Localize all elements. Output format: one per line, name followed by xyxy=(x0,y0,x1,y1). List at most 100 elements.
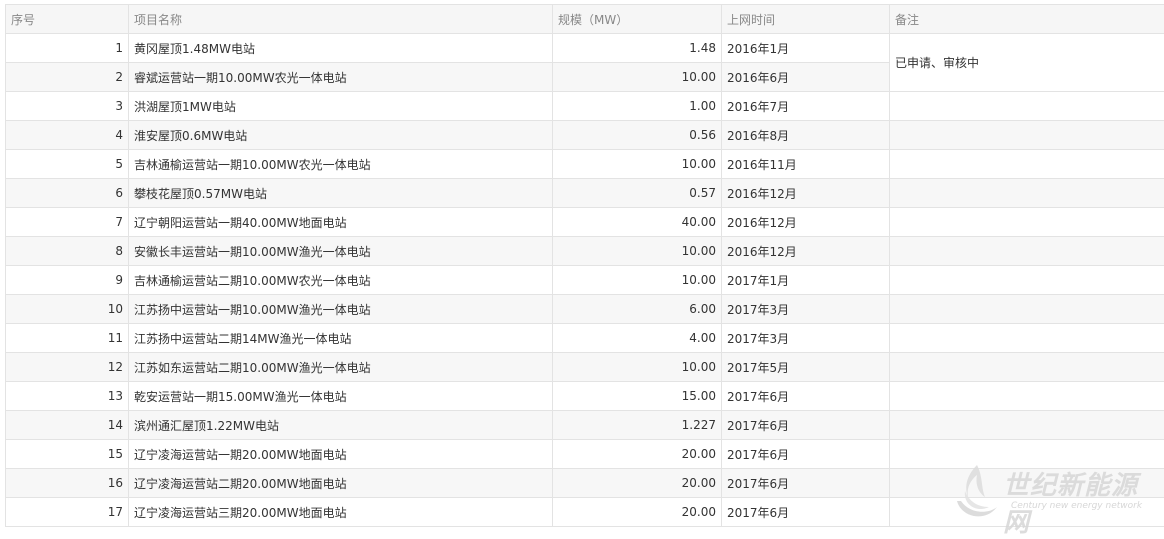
row-index-cell: 7 xyxy=(6,208,129,237)
row-name-cell: 江苏扬中运营站一期10.00MW渔光一体电站 xyxy=(129,295,553,324)
row-scale-cell: 40.00 xyxy=(553,208,722,237)
row-date-cell: 2017年6月 xyxy=(722,440,890,469)
table-row: 1黄冈屋顶1.48MW电站1.482016年1月已申请、审核中 xyxy=(6,34,1164,63)
table-row: 6攀枝花屋顶0.57MW电站0.572016年12月 xyxy=(6,179,1164,208)
remark-empty-cell xyxy=(890,121,1164,150)
table-row: 4淮安屋顶0.6MW电站0.562016年8月 xyxy=(6,121,1164,150)
row-date-cell: 2017年1月 xyxy=(722,266,890,295)
remark-empty-cell xyxy=(890,237,1164,266)
row-scale-cell: 10.00 xyxy=(553,353,722,382)
row-index-cell: 2 xyxy=(6,63,129,92)
row-name-cell: 辽宁朝阳运营站一期40.00MW地面电站 xyxy=(129,208,553,237)
row-date-cell: 2016年1月 xyxy=(722,34,890,63)
row-index-cell: 8 xyxy=(6,237,129,266)
table-body: 1黄冈屋顶1.48MW电站1.482016年1月已申请、审核中2睿斌运营站一期1… xyxy=(6,34,1164,527)
header-name: 项目名称 xyxy=(129,5,553,34)
remark-empty-cell xyxy=(890,411,1164,440)
row-date-cell: 2017年3月 xyxy=(722,324,890,353)
table-row: 3洪湖屋顶1MW电站1.002016年7月 xyxy=(6,92,1164,121)
row-index-cell: 16 xyxy=(6,469,129,498)
row-date-cell: 2016年7月 xyxy=(722,92,890,121)
remark-empty-cell xyxy=(890,295,1164,324)
row-index-cell: 5 xyxy=(6,150,129,179)
table-row: 11江苏扬中运营站二期14MW渔光一体电站4.002017年3月 xyxy=(6,324,1164,353)
row-scale-cell: 20.00 xyxy=(553,440,722,469)
row-name-cell: 攀枝花屋顶0.57MW电站 xyxy=(129,179,553,208)
remark-empty-cell xyxy=(890,324,1164,353)
row-scale-cell: 0.56 xyxy=(553,121,722,150)
row-index-cell: 1 xyxy=(6,34,129,63)
watermark-en-text: Century new energy network xyxy=(1011,501,1142,511)
remark-empty-cell xyxy=(890,92,1164,121)
row-scale-cell: 10.00 xyxy=(553,266,722,295)
row-name-cell: 吉林通榆运营站二期10.00MW农光一体电站 xyxy=(129,266,553,295)
row-name-cell: 淮安屋顶0.6MW电站 xyxy=(129,121,553,150)
row-date-cell: 2016年11月 xyxy=(722,150,890,179)
remark-empty-cell xyxy=(890,382,1164,411)
row-scale-cell: 10.00 xyxy=(553,150,722,179)
row-date-cell: 2017年6月 xyxy=(722,498,890,527)
row-scale-cell: 1.00 xyxy=(553,92,722,121)
remark-empty-cell xyxy=(890,179,1164,208)
row-scale-cell: 0.57 xyxy=(553,179,722,208)
row-date-cell: 2017年5月 xyxy=(722,353,890,382)
row-name-cell: 辽宁凌海运营站三期20.00MW地面电站 xyxy=(129,498,553,527)
row-name-cell: 黄冈屋顶1.48MW电站 xyxy=(129,34,553,63)
header-date: 上网时间 xyxy=(722,5,890,34)
row-index-cell: 3 xyxy=(6,92,129,121)
row-index-cell: 11 xyxy=(6,324,129,353)
row-date-cell: 2016年12月 xyxy=(722,237,890,266)
header-remark: 备注 xyxy=(890,5,1164,34)
row-index-cell: 6 xyxy=(6,179,129,208)
row-name-cell: 吉林通榆运营站一期10.00MW农光一体电站 xyxy=(129,150,553,179)
project-table: 序号 项目名称 规模（MW） 上网时间 备注 1黄冈屋顶1.48MW电站1.48… xyxy=(5,4,1164,527)
row-index-cell: 9 xyxy=(6,266,129,295)
row-scale-cell: 10.00 xyxy=(553,237,722,266)
remark-empty-cell xyxy=(890,208,1164,237)
row-date-cell: 2016年12月 xyxy=(722,208,890,237)
watermark: 世纪新能源网 Century new energy network xyxy=(951,461,1156,523)
table-row: 9吉林通榆运营站二期10.00MW农光一体电站10.002017年1月 xyxy=(6,266,1164,295)
row-name-cell: 江苏如东运营站二期10.00MW渔光一体电站 xyxy=(129,353,553,382)
row-index-cell: 17 xyxy=(6,498,129,527)
table-row: 14滨州通汇屋顶1.22MW电站1.2272017年6月 xyxy=(6,411,1164,440)
row-name-cell: 滨州通汇屋顶1.22MW电站 xyxy=(129,411,553,440)
row-name-cell: 睿斌运营站一期10.00MW农光一体电站 xyxy=(129,63,553,92)
table-row: 12江苏如东运营站二期10.00MW渔光一体电站10.002017年5月 xyxy=(6,353,1164,382)
header-index: 序号 xyxy=(6,5,129,34)
row-index-cell: 15 xyxy=(6,440,129,469)
row-scale-cell: 4.00 xyxy=(553,324,722,353)
row-date-cell: 2017年6月 xyxy=(722,411,890,440)
row-name-cell: 洪湖屋顶1MW电站 xyxy=(129,92,553,121)
table-row: 7辽宁朝阳运营站一期40.00MW地面电站40.002016年12月 xyxy=(6,208,1164,237)
row-name-cell: 安徽长丰运营站一期10.00MW渔光一体电站 xyxy=(129,237,553,266)
row-date-cell: 2016年8月 xyxy=(722,121,890,150)
remark-empty-cell xyxy=(890,150,1164,179)
table-row: 8安徽长丰运营站一期10.00MW渔光一体电站10.002016年12月 xyxy=(6,237,1164,266)
row-name-cell: 辽宁凌海运营站二期20.00MW地面电站 xyxy=(129,469,553,498)
row-index-cell: 4 xyxy=(6,121,129,150)
row-scale-cell: 6.00 xyxy=(553,295,722,324)
row-scale-cell: 20.00 xyxy=(553,469,722,498)
row-scale-cell: 1.227 xyxy=(553,411,722,440)
row-name-cell: 辽宁凌海运营站一期20.00MW地面电站 xyxy=(129,440,553,469)
table-row: 5吉林通榆运营站一期10.00MW农光一体电站10.002016年11月 xyxy=(6,150,1164,179)
row-date-cell: 2016年12月 xyxy=(722,179,890,208)
row-index-cell: 10 xyxy=(6,295,129,324)
remark-cell: 已申请、审核中 xyxy=(890,34,1164,92)
table-header-row: 序号 项目名称 规模（MW） 上网时间 备注 xyxy=(6,5,1164,34)
row-index-cell: 14 xyxy=(6,411,129,440)
remark-empty-cell xyxy=(890,353,1164,382)
row-date-cell: 2016年6月 xyxy=(722,63,890,92)
row-scale-cell: 10.00 xyxy=(553,63,722,92)
row-date-cell: 2017年3月 xyxy=(722,295,890,324)
row-scale-cell: 15.00 xyxy=(553,382,722,411)
remark-empty-cell xyxy=(890,266,1164,295)
row-name-cell: 江苏扬中运营站二期14MW渔光一体电站 xyxy=(129,324,553,353)
flame-swirl-logo-icon xyxy=(951,461,1003,523)
row-name-cell: 乾安运营站一期15.00MW渔光一体电站 xyxy=(129,382,553,411)
header-scale: 规模（MW） xyxy=(553,5,722,34)
row-scale-cell: 20.00 xyxy=(553,498,722,527)
row-index-cell: 13 xyxy=(6,382,129,411)
row-date-cell: 2017年6月 xyxy=(722,382,890,411)
